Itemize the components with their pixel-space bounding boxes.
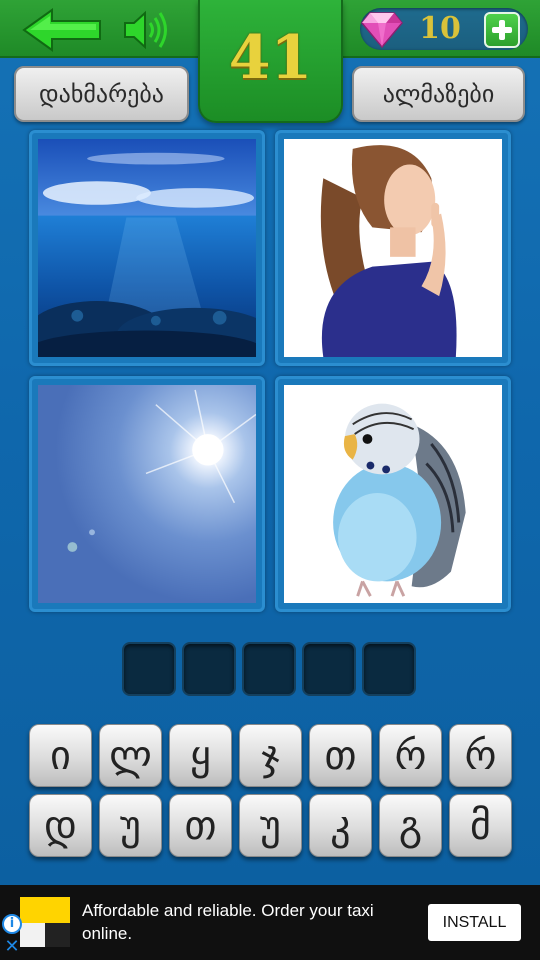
picture-sun[interactable] — [29, 376, 265, 612]
letter-key[interactable]: დ — [29, 794, 92, 857]
letter-key[interactable]: ლ — [99, 724, 162, 787]
answer-slots — [122, 642, 416, 696]
picture-budgie[interactable] — [275, 376, 511, 612]
letter-key[interactable]: რ — [449, 724, 512, 787]
answer-slot[interactable] — [122, 642, 176, 696]
level-number: 41 — [228, 22, 313, 93]
ad-banner[interactable]: Affordable and reliable. Order your taxi… — [0, 885, 540, 960]
answer-slot[interactable] — [362, 642, 416, 696]
letter-key[interactable]: თ — [169, 794, 232, 857]
info-icon[interactable]: i — [2, 914, 22, 934]
letter-key[interactable]: უ — [239, 794, 302, 857]
answer-slot[interactable] — [242, 642, 296, 696]
letter-key[interactable]: რ — [379, 724, 442, 787]
answer-slot[interactable] — [302, 642, 356, 696]
close-icon[interactable]: ✕ — [2, 937, 22, 957]
letter-keyboard: ი ლ ყ ჯ თ რ რ დ უ თ უ კ გ მ — [29, 724, 512, 864]
letter-key[interactable]: გ — [379, 794, 442, 857]
letter-key[interactable]: უ — [99, 794, 162, 857]
taxi-app-logo — [20, 897, 70, 947]
speaker-icon[interactable] — [123, 8, 169, 52]
letter-key[interactable]: ყ — [169, 724, 232, 787]
letter-key[interactable]: მ — [449, 794, 512, 857]
gem-count: 10 — [419, 11, 461, 46]
level-indicator: 41 — [198, 0, 343, 123]
letter-key[interactable]: ი — [29, 724, 92, 787]
diamond-icon — [360, 9, 404, 49]
help-button[interactable]: დახმარება — [14, 66, 189, 122]
picture-ocean[interactable] — [29, 130, 265, 366]
install-button[interactable]: INSTALL — [428, 904, 521, 941]
back-arrow-icon[interactable] — [22, 8, 102, 52]
ad-text: Affordable and reliable. Order your taxi… — [82, 901, 374, 943]
picture-thinking-girl[interactable] — [275, 130, 511, 366]
plus-icon[interactable] — [484, 12, 520, 48]
letter-row: ი ლ ყ ჯ თ რ რ — [29, 724, 512, 787]
letter-key[interactable]: თ — [309, 724, 372, 787]
answer-slot[interactable] — [182, 642, 236, 696]
letter-row: დ უ თ უ კ გ მ — [29, 794, 512, 857]
letter-key[interactable]: ჯ — [239, 724, 302, 787]
letter-key[interactable]: კ — [309, 794, 372, 857]
gems-button[interactable]: ალმაზები — [352, 66, 525, 122]
